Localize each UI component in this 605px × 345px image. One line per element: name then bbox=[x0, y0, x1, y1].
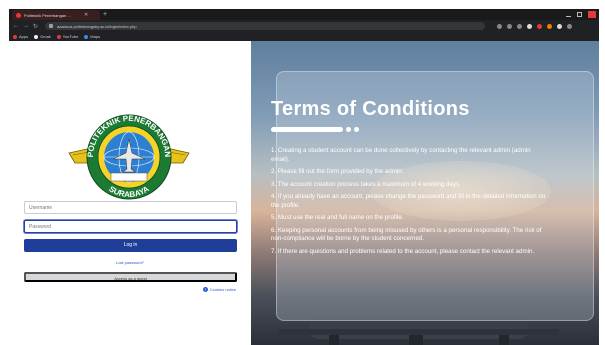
password-input[interactable] bbox=[24, 220, 237, 233]
terms-item: 1. Creating a student account can be don… bbox=[271, 147, 531, 163]
login-panel: POLITEKNIK PENERBANGAN SURABAYA Log in L… bbox=[9, 41, 251, 345]
bookmark-label: Gmail bbox=[40, 34, 51, 39]
cookies-notice-label: Cookies notice bbox=[209, 287, 236, 292]
terms-list: 1. Creating a student account can be don… bbox=[271, 147, 549, 260]
guest-access-button[interactable]: Access as a guest bbox=[24, 272, 237, 282]
bookmark-icon bbox=[34, 34, 39, 39]
window-controls bbox=[566, 10, 596, 18]
terms-item: 7. If there are questions and problems r… bbox=[271, 247, 535, 255]
bookmark-label: YouTube bbox=[62, 34, 79, 39]
bookmark-star-icon[interactable] bbox=[527, 23, 532, 29]
bookmark-label: Maps bbox=[90, 34, 101, 39]
cookies-notice-link[interactable]: ? Cookies notice bbox=[202, 287, 236, 292]
bookmark-icon bbox=[56, 34, 61, 39]
profile-icon[interactable] bbox=[557, 23, 562, 29]
extension-icon[interactable] bbox=[497, 23, 502, 29]
login-button[interactable]: Log in bbox=[24, 239, 237, 252]
hero-panel: Terms of Conditions 1. Creating a studen… bbox=[251, 41, 599, 345]
address-row: ← → ↻ aaaduca.poltekbangsby.ac.id/login/… bbox=[9, 21, 599, 31]
extensions-bar bbox=[497, 23, 572, 29]
username-input[interactable] bbox=[24, 201, 237, 214]
tab-favicon-icon bbox=[16, 12, 21, 18]
terms-item: 6. Keeping personal accounts from being … bbox=[271, 226, 542, 243]
lost-password-link[interactable]: Lost password? bbox=[9, 260, 251, 265]
bookmark-item[interactable]: Apps bbox=[13, 34, 28, 39]
terms-item: 3. The account creation process takes a … bbox=[271, 180, 461, 188]
carousel-dot[interactable] bbox=[346, 127, 351, 132]
tab-title: Politeknik Penerbangan ... bbox=[24, 12, 71, 18]
carousel-active-bar[interactable] bbox=[271, 127, 343, 132]
new-tab-icon[interactable]: + bbox=[103, 10, 107, 19]
maximize-icon[interactable] bbox=[577, 12, 582, 17]
bookmark-item[interactable]: Maps bbox=[84, 34, 100, 39]
carousel-dot[interactable] bbox=[354, 127, 359, 132]
terms-title: Terms of Conditions bbox=[271, 98, 470, 120]
extension-icon[interactable] bbox=[517, 23, 522, 29]
carousel-indicator bbox=[271, 127, 359, 132]
info-icon: ? bbox=[202, 287, 208, 292]
close-window-icon[interactable] bbox=[588, 11, 596, 18]
lock-icon bbox=[49, 24, 53, 28]
bookmark-item[interactable]: Gmail bbox=[34, 34, 51, 39]
address-bar[interactable]: aaaduca.poltekbangsby.ac.id/login/index.… bbox=[45, 22, 485, 30]
page-content: POLITEKNIK PENERBANGAN SURABAYA Log in L… bbox=[9, 41, 599, 345]
bookmark-item[interactable]: YouTube bbox=[56, 34, 79, 39]
terms-item: 5. Must use the real and full name on th… bbox=[271, 214, 404, 221]
terms-item: 2. Please fill out the form provided by … bbox=[271, 168, 404, 175]
browser-tab[interactable]: Politeknik Penerbangan ... ✕ bbox=[12, 10, 100, 20]
reload-icon[interactable]: ↻ bbox=[33, 23, 39, 30]
bookmarks-bar: Apps Gmail YouTube Maps bbox=[9, 32, 599, 41]
tab-close-icon[interactable]: ✕ bbox=[84, 12, 88, 18]
url-text: aaaduca.poltekbangsby.ac.id/login/index.… bbox=[57, 23, 137, 29]
browser-window: Politeknik Penerbangan ... ✕ + ← → ↻ aaa… bbox=[9, 9, 599, 41]
bookmark-label: Apps bbox=[19, 34, 29, 39]
extension-icon[interactable] bbox=[547, 23, 552, 29]
forward-icon[interactable]: → bbox=[23, 23, 29, 29]
minimize-icon[interactable] bbox=[566, 12, 571, 17]
extension-icon[interactable] bbox=[507, 23, 512, 29]
bookmark-icon bbox=[13, 34, 17, 39]
tab-strip: Politeknik Penerbangan ... ✕ + bbox=[9, 9, 599, 20]
bookmark-icon bbox=[84, 34, 89, 39]
menu-icon[interactable] bbox=[567, 23, 572, 29]
back-icon[interactable]: ← bbox=[13, 23, 19, 29]
extension-icon[interactable] bbox=[537, 23, 542, 29]
terms-item: 4. If you already have an account, pleas… bbox=[271, 193, 546, 209]
